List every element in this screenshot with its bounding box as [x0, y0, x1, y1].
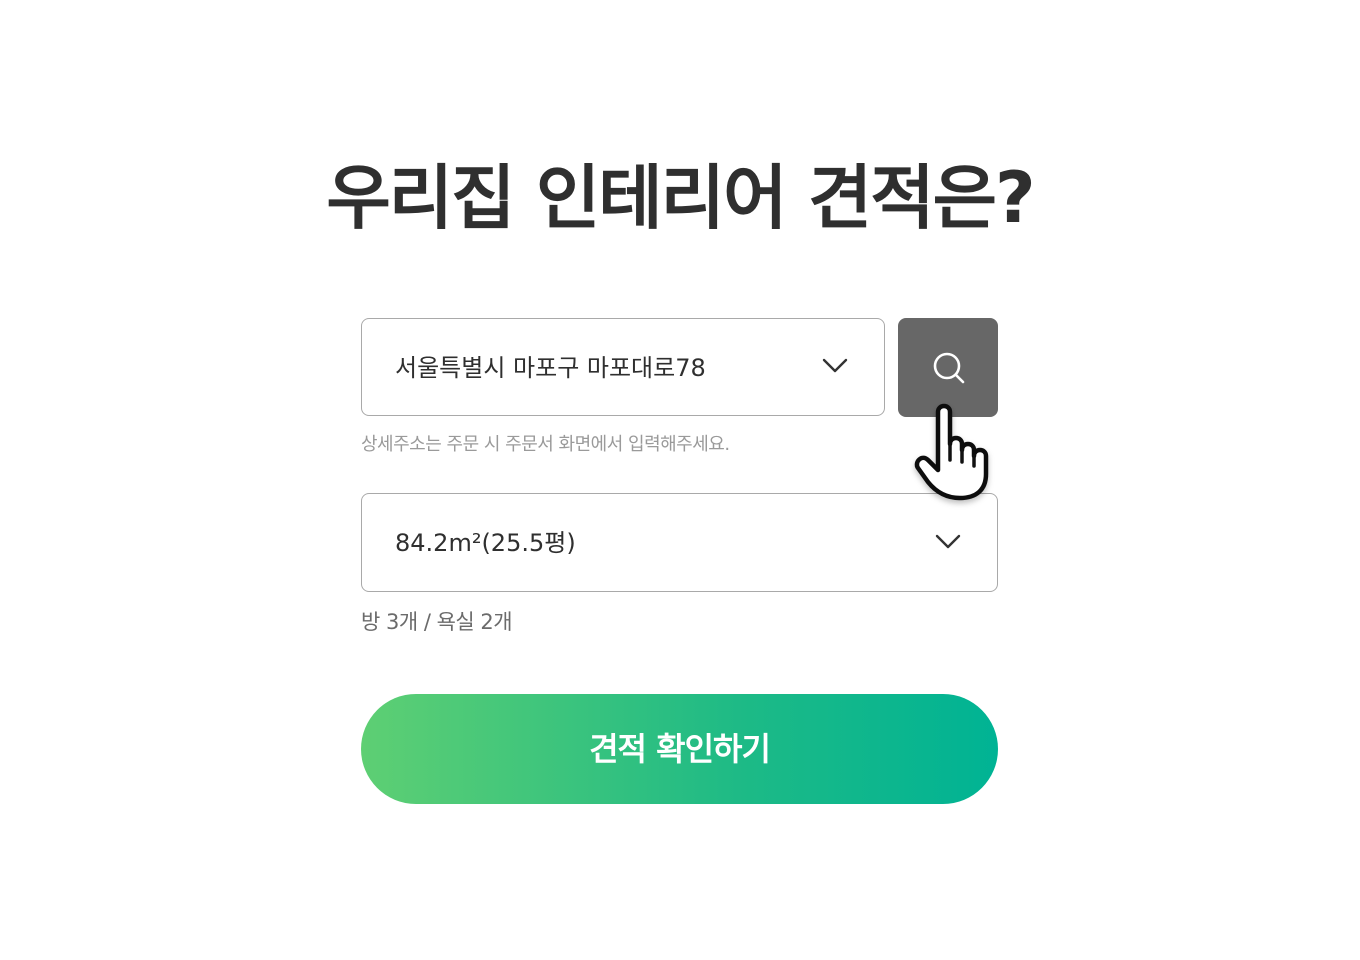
chevron-down-icon — [822, 358, 848, 373]
search-icon — [933, 352, 965, 384]
check-estimate-button[interactable]: 견적 확인하기 — [361, 694, 998, 804]
room-info: 방 3개 / 욕실 2개 — [361, 610, 513, 634]
address-search-button[interactable] — [898, 318, 998, 417]
area-value: 84.2m²(25.5평) — [395, 529, 576, 557]
page-title: 우리집 인테리어 견적은? — [326, 157, 1035, 239]
address-hint: 상세주소는 주문 시 주문서 화면에서 입력해주세요. — [361, 434, 730, 455]
chevron-down-icon — [935, 534, 961, 549]
area-select[interactable]: 84.2m²(25.5평) — [361, 493, 998, 592]
address-select[interactable]: 서울특별시 마포구 마포대로78 — [361, 318, 885, 416]
address-value: 서울특별시 마포구 마포대로78 — [395, 354, 706, 382]
estimate-page: 우리집 인테리어 견적은? 서울특별시 마포구 마포대로78 상세주소는 주문 … — [0, 0, 1360, 960]
